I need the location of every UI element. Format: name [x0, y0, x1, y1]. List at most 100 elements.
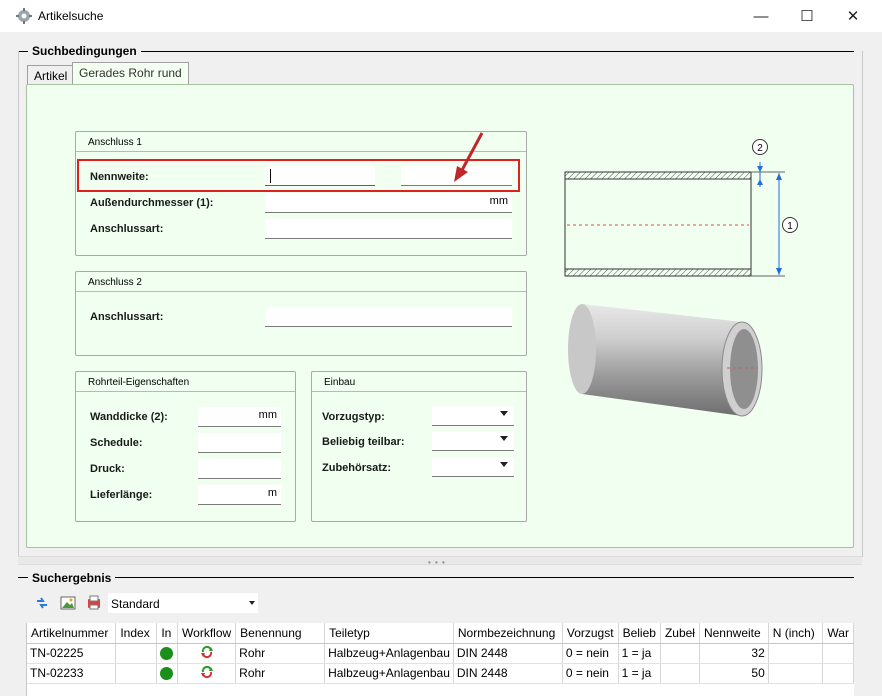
chevron-down-icon [500, 436, 508, 441]
workflow-cycle-icon [200, 645, 213, 658]
cell-n-inch [768, 643, 824, 664]
cell-war [822, 663, 854, 684]
cell-war [822, 643, 854, 664]
cell-vorzugstyp: 0 = nein [562, 663, 619, 684]
col-normbezeichnung[interactable]: Normbezeichnung [453, 623, 563, 644]
close-icon: ✕ [846, 8, 860, 25]
col-index[interactable]: Index [115, 623, 158, 644]
close-button[interactable]: ✕ [830, 0, 876, 32]
workflow-cycle-icon [200, 665, 213, 678]
cell-benennung: Rohr [235, 643, 326, 664]
app-gear-icon [16, 8, 32, 24]
anschluss2-title: Anschluss 2 [76, 272, 526, 292]
chevron-down-icon [500, 411, 508, 416]
cell-nennweite: 50 [699, 663, 769, 684]
schedule-label: Schedule: [90, 437, 143, 449]
zubehoersatz-label: Zubehörsatz: [322, 462, 392, 474]
anschlussart1-label: Anschlussart: [90, 223, 164, 235]
anschlussart2-input[interactable] [265, 307, 512, 327]
rohrteil-title: Rohrteil-Eigenschaften [76, 372, 295, 392]
cell-norm: DIN 2448 [453, 643, 563, 664]
chevron-down-icon [249, 601, 255, 605]
red-arrow-annotation [454, 132, 484, 182]
anschlussart2-label: Anschlussart: [90, 311, 164, 323]
status-green-icon [160, 647, 174, 661]
anschlussart1-input[interactable] [265, 219, 512, 239]
col-zubehoer[interactable]: Zubeł [660, 623, 700, 644]
aussendurchmesser-input[interactable]: mm [265, 193, 512, 213]
cell-norm: DIN 2448 [453, 663, 563, 684]
maximize-button[interactable]: ☐ [784, 0, 830, 32]
druck-input[interactable] [198, 459, 281, 479]
cell-beliebig: 1 = ja [618, 643, 661, 664]
pipe-3d-image [568, 304, 763, 417]
beliebig-teilbar-select[interactable] [432, 431, 514, 451]
dim2-label: 2 [757, 143, 763, 154]
cell-index [115, 643, 158, 664]
cell-workflow [177, 643, 237, 664]
col-in[interactable]: In [156, 623, 179, 644]
minimize-button[interactable]: — [738, 0, 784, 32]
tab-artikel[interactable]: Artikel [27, 65, 75, 85]
splitter-grip-icon: • • • [428, 558, 446, 567]
search-group-title: Suchbedingungen [28, 44, 141, 58]
results-group-line [18, 577, 854, 578]
cell-benennung: Rohr [235, 663, 326, 684]
search-group-line [18, 51, 854, 52]
search-group-left-border [18, 51, 19, 557]
tab-gerades-rohr-rund-label: Gerades Rohr rund [79, 66, 182, 80]
lieferlaenge-input[interactable]: m [198, 485, 281, 505]
results-table: Artikelnummer Index In Workflow Benennun… [27, 623, 854, 684]
maximize-icon: ☐ [800, 8, 814, 25]
aussendurchmesser-label: Außendurchmesser (1): [90, 197, 214, 209]
col-benennung[interactable]: Benennung [235, 623, 326, 644]
col-artikelnummer[interactable]: Artikelnummer [27, 623, 117, 644]
image-view-icon[interactable] [60, 595, 76, 611]
cell-n-inch [768, 663, 824, 684]
beliebig-teilbar-label: Beliebig teilbar: [322, 436, 405, 448]
cell-vorzugstyp: 0 = nein [562, 643, 619, 664]
schedule-input[interactable] [198, 433, 281, 453]
chevron-down-icon [500, 462, 508, 467]
print-list-icon[interactable] [86, 595, 102, 611]
cell-teiletyp: Halbzeug+Anlagenbau [324, 663, 454, 684]
lieferlaenge-label: Lieferlänge: [90, 489, 153, 501]
wanddicke-unit: mm [258, 409, 277, 421]
col-war[interactable]: War [822, 623, 854, 644]
col-teiletyp[interactable]: Teiletyp [324, 623, 454, 644]
vorzugstyp-select[interactable] [432, 406, 514, 426]
aussendurchmesser-unit: mm [489, 195, 508, 207]
tab-artikel-label: Artikel [34, 69, 68, 83]
cell-workflow [177, 663, 237, 684]
view-select-value: Standard [111, 597, 160, 611]
cell-artikelnummer: TN-02225 [27, 643, 117, 664]
pipe-section-drawing: 2 1 [564, 139, 798, 277]
cell-beliebig: 1 = ja [618, 663, 661, 684]
cell-in [156, 643, 179, 664]
window-title: Artikelsuche [38, 9, 104, 23]
col-n-inch[interactable]: N (inch) [768, 623, 824, 644]
table-header-row: Artikelnummer Index In Workflow Benennun… [27, 623, 854, 644]
dim1-label: 1 [787, 221, 793, 232]
minimize-icon: — [753, 7, 769, 25]
title-bar: Artikelsuche — ☐ ✕ [0, 0, 882, 32]
splitter[interactable]: • • • [18, 556, 862, 567]
search-group-right-border [862, 51, 863, 557]
tab-gerades-rohr-rund[interactable]: Gerades Rohr rund [72, 62, 189, 85]
results-group-title: Suchergebnis [28, 571, 116, 585]
col-beliebig[interactable]: Belieb [618, 623, 661, 644]
wanddicke-input[interactable]: mm [198, 407, 281, 427]
zubehoersatz-select[interactable] [432, 457, 514, 477]
druck-label: Druck: [90, 463, 125, 475]
cell-index [115, 663, 158, 684]
col-vorzugstyp[interactable]: Vorzugst [562, 623, 619, 644]
col-nennweite[interactable]: Nennweite [699, 623, 769, 644]
refresh-icon[interactable] [34, 595, 50, 611]
col-workflow[interactable]: Workflow [177, 623, 237, 644]
einbau-title: Einbau [312, 372, 526, 392]
table-row[interactable]: TN-02225 Rohr Halbzeug+Anlagenbau DIN 24… [27, 643, 854, 664]
cell-nennweite: 32 [699, 643, 769, 664]
table-row[interactable]: TN-02233 Rohr Halbzeug+Anlagenbau DIN 24… [27, 663, 854, 684]
status-green-icon [160, 667, 174, 681]
view-select[interactable]: Standard [108, 593, 258, 613]
